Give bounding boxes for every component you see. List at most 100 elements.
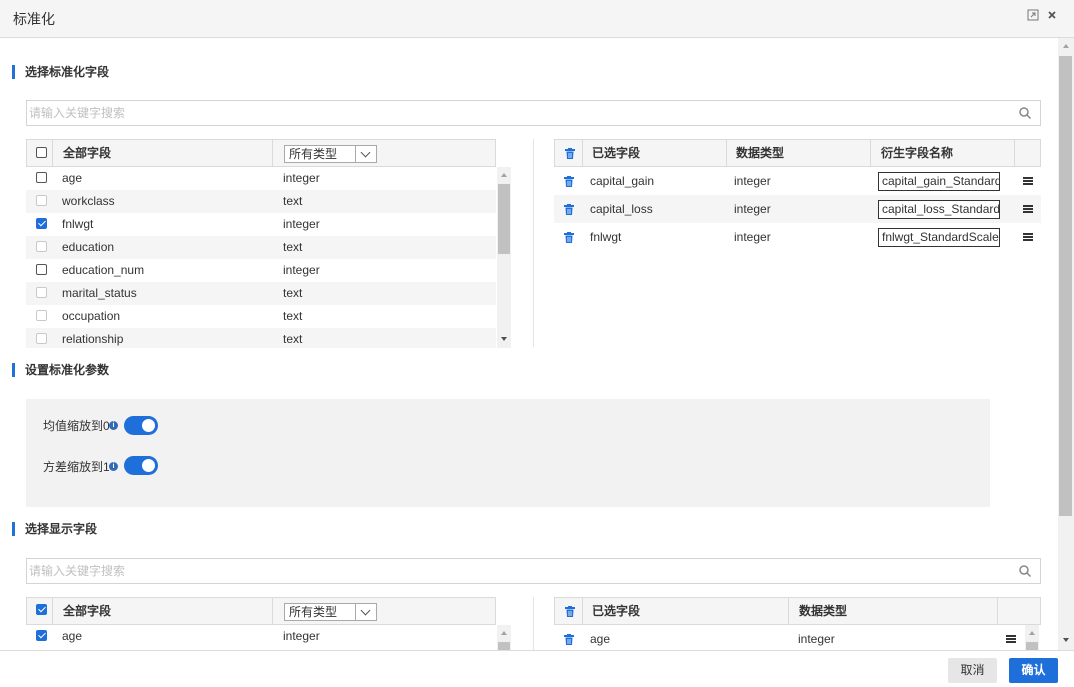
drag-handle-icon[interactable]	[1023, 177, 1033, 185]
mean-scale-toggle[interactable]	[124, 416, 158, 435]
section-title-params: 设置标准化参数	[12, 363, 109, 377]
scrollbar-thumb[interactable]	[498, 184, 510, 254]
scroll-down-icon[interactable]	[1063, 638, 1069, 642]
col-derived-name: 衍生字段名称	[881, 146, 954, 160]
section-title-display: 选择显示字段	[12, 522, 97, 536]
field-name: occupation	[62, 309, 121, 323]
table-row: capital_gain integer capital_gain_Standa…	[554, 167, 1041, 195]
row-checkbox	[36, 310, 47, 321]
table-row[interactable]: education text	[26, 236, 496, 259]
table-row: capital_loss integer capital_loss_Standa…	[554, 195, 1041, 223]
row-checkbox[interactable]	[36, 218, 47, 229]
column-divider	[1014, 140, 1015, 166]
column-divider	[870, 140, 871, 166]
row-checkbox	[36, 241, 47, 252]
select-all-checkbox[interactable]	[36, 604, 47, 615]
field-search-input[interactable]	[27, 101, 1007, 125]
selected-field-name: capital_gain	[590, 174, 655, 188]
display-all-fields-header: 全部字段 所有类型	[26, 597, 496, 625]
row-checkbox[interactable]	[36, 630, 47, 641]
trash-icon[interactable]	[565, 606, 575, 617]
table-row[interactable]: occupation text	[26, 305, 496, 328]
table-row[interactable]: age integer	[26, 167, 496, 190]
drag-handle-icon[interactable]	[1023, 233, 1033, 241]
close-icon[interactable]	[1045, 9, 1059, 23]
trash-icon[interactable]	[564, 634, 574, 645]
type-filter-select[interactable]: 所有类型	[284, 603, 377, 621]
scroll-up-icon[interactable]	[501, 631, 507, 635]
scrollbar-thumb[interactable]	[1059, 56, 1072, 516]
dialog-title: 标准化	[13, 11, 55, 27]
row-checkbox[interactable]	[36, 172, 47, 183]
display-search-input[interactable]	[27, 559, 1007, 583]
derived-name-input[interactable]: fnlwgt_StandardScaled	[878, 228, 1000, 247]
field-search[interactable]	[26, 100, 1041, 126]
dialog-footer: 取消 确认	[0, 650, 1074, 687]
row-checkbox[interactable]	[36, 264, 47, 275]
field-type: text	[283, 240, 303, 254]
confirm-button[interactable]: 确认	[1009, 658, 1058, 683]
trash-icon[interactable]	[565, 148, 575, 159]
table-row[interactable]: workclass text	[26, 190, 496, 213]
select-all-checkbox[interactable]	[36, 147, 47, 158]
drag-handle-icon[interactable]	[1006, 635, 1016, 643]
type-filter-select[interactable]: 所有类型	[284, 145, 377, 163]
search-icon[interactable]	[1018, 106, 1032, 120]
table-row[interactable]: education_num integer	[26, 259, 496, 282]
info-icon[interactable]: i	[109, 462, 118, 471]
cancel-button[interactable]: 取消	[948, 658, 997, 683]
field-name: age	[62, 171, 83, 185]
display-search[interactable]	[26, 558, 1041, 584]
trash-icon[interactable]	[564, 204, 574, 215]
column-divider	[726, 140, 727, 166]
row-checkbox	[36, 287, 47, 298]
std-scale-toggle[interactable]	[124, 456, 158, 475]
field-type: integer	[283, 629, 320, 643]
column-divider	[272, 598, 273, 624]
scrollbar-thumb[interactable]	[1026, 642, 1038, 650]
col-data-type: 数据类型	[736, 146, 785, 160]
table-row[interactable]: marital_status text	[26, 282, 496, 305]
scroll-down-icon[interactable]	[501, 337, 507, 341]
field-type: text	[283, 286, 303, 300]
display-selected-scrollbar[interactable]	[1025, 625, 1039, 650]
display-selected-header: 已选字段 数据类型	[554, 597, 1041, 625]
info-icon[interactable]: i	[109, 421, 118, 430]
field-name: education	[62, 240, 115, 254]
table-row[interactable]: fnlwgt integer	[26, 213, 496, 236]
col-all-fields: 全部字段	[63, 604, 112, 618]
search-icon[interactable]	[1018, 564, 1032, 578]
field-type: integer	[283, 263, 320, 277]
col-selected-fields: 已选字段	[592, 146, 641, 160]
scrollbar-thumb[interactable]	[498, 642, 510, 650]
dialog-scrollbar[interactable]	[1058, 38, 1074, 650]
panel-divider	[533, 597, 534, 650]
type-filter-value: 所有类型	[289, 605, 338, 619]
column-divider	[997, 598, 998, 624]
field-name: education_num	[62, 263, 145, 277]
selected-field-name: age	[590, 632, 611, 646]
table-row[interactable]: relationship text	[26, 328, 496, 348]
maximize-icon[interactable]	[1026, 9, 1040, 23]
scroll-up-icon[interactable]	[1063, 44, 1069, 48]
type-filter-value: 所有类型	[289, 147, 338, 161]
scroll-up-icon[interactable]	[1029, 631, 1035, 635]
trash-icon[interactable]	[564, 176, 574, 187]
chevron-down-icon	[355, 146, 376, 162]
field-type: text	[283, 194, 303, 208]
table-row[interactable]: age integer	[26, 625, 496, 648]
field-type: text	[283, 309, 303, 323]
drag-handle-icon[interactable]	[1023, 205, 1033, 213]
all-fields-scrollbar[interactable]	[497, 167, 511, 348]
mean-scale-label: 均值缩放到0	[43, 419, 110, 433]
column-divider	[52, 598, 53, 624]
field-type: integer	[283, 171, 320, 185]
column-divider	[582, 140, 583, 166]
derived-name-input[interactable]: capital_gain_StandardScaled	[878, 172, 1000, 191]
chevron-down-icon	[355, 604, 376, 620]
column-divider	[52, 140, 53, 166]
derived-name-input[interactable]: capital_loss_StandardScaled	[878, 200, 1000, 219]
trash-icon[interactable]	[564, 232, 574, 243]
display-all-scrollbar[interactable]	[497, 625, 511, 650]
scroll-up-icon[interactable]	[501, 173, 507, 177]
